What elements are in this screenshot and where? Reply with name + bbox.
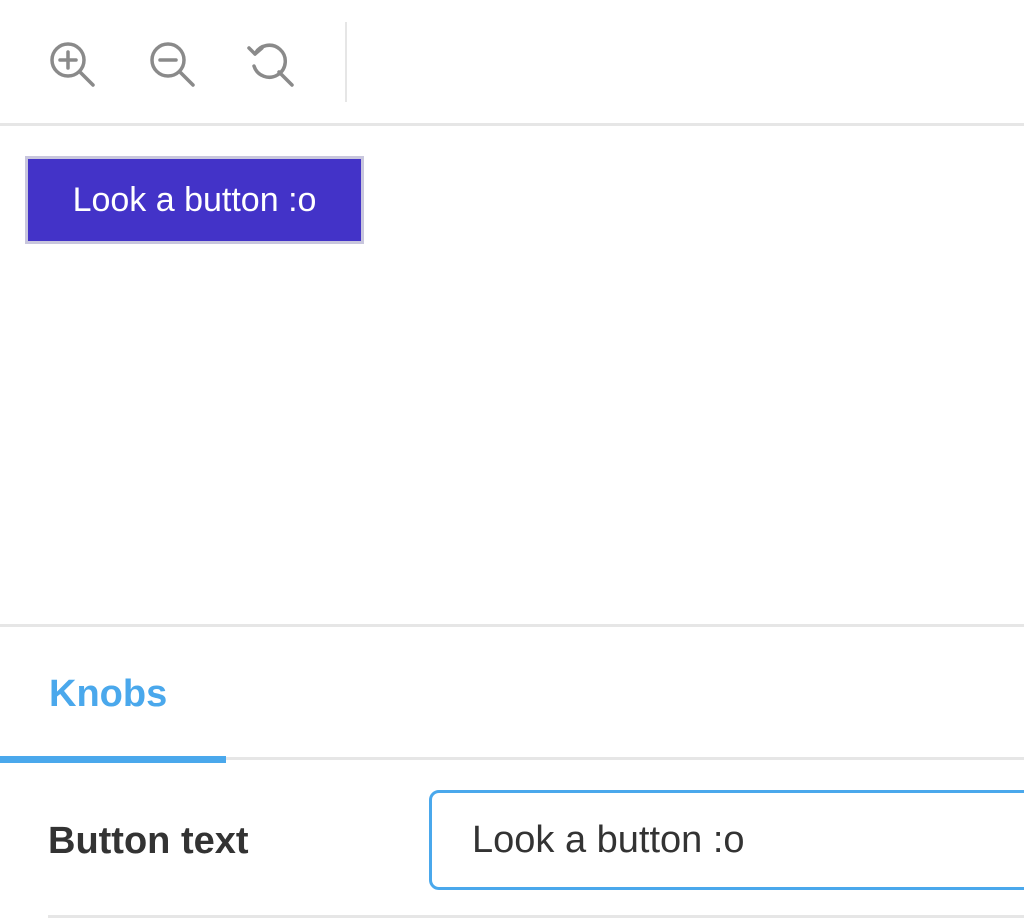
addons-tabbar: Knobs — [0, 627, 1024, 763]
tab-knobs[interactable]: Knobs — [0, 627, 226, 763]
tab-knobs-label: Knobs — [49, 673, 168, 715]
toolbar-divider — [345, 22, 347, 102]
preview-canvas: Look a button :o — [0, 126, 1024, 624]
addons-panel: Knobs Button text — [0, 624, 1024, 918]
button-text-input[interactable] — [429, 790, 1024, 890]
zoom-in-button[interactable] — [46, 38, 98, 90]
zoom-in-icon — [50, 42, 95, 87]
zoom-out-icon — [150, 42, 195, 87]
preview-button[interactable]: Look a button :o — [25, 156, 364, 244]
knob-label: Button text — [48, 820, 249, 862]
preview-toolbar — [0, 0, 1024, 126]
zoom-reset-button[interactable] — [245, 38, 297, 90]
zoom-reset-icon — [247, 43, 294, 87]
knob-row-button-text: Button text — [48, 760, 1024, 918]
zoom-out-button[interactable] — [146, 38, 198, 90]
